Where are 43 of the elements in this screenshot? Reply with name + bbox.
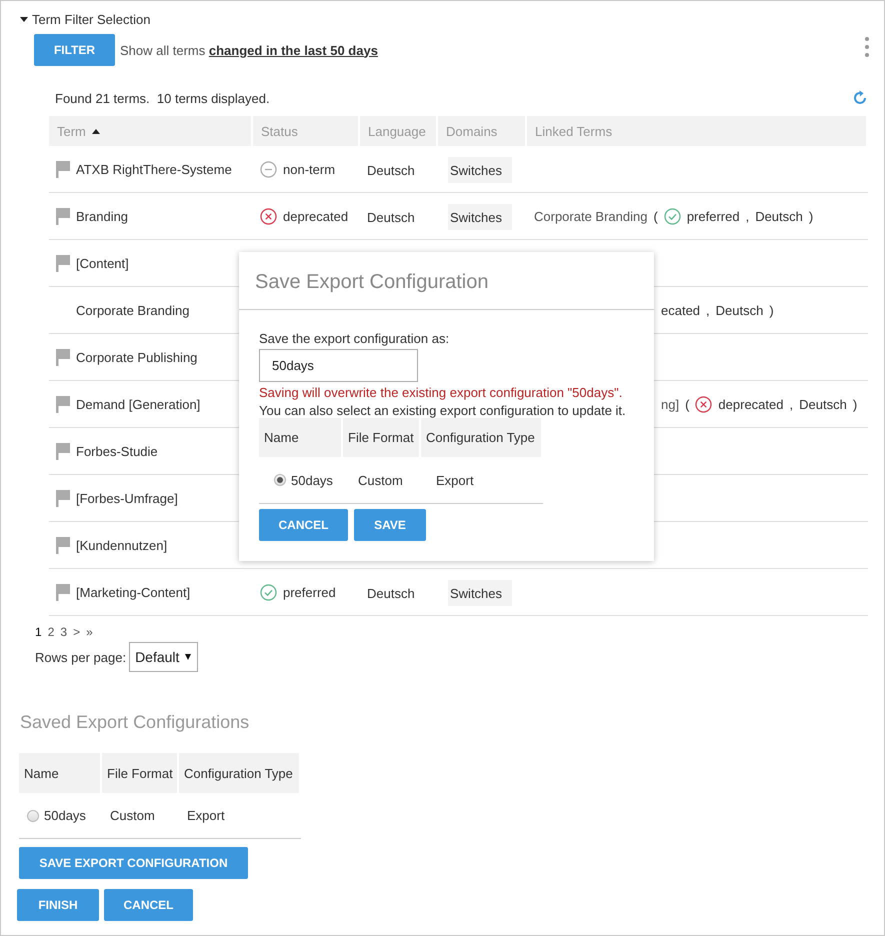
domain-tag: Switches [448, 580, 512, 606]
language-label: Deutsch [367, 210, 415, 225]
column-header: Name [259, 418, 343, 457]
linked-term-text: Deutsch [799, 396, 847, 412]
hint-text: You can also select an existing export configuration to update it. [259, 403, 627, 418]
domain-tag: Switches [448, 157, 512, 183]
config-name: 50days [291, 472, 333, 488]
punctuation: , [789, 396, 794, 412]
dialog-title: Save Export Configuration [239, 252, 654, 310]
config-name: 50days [44, 808, 86, 823]
status-label: preferred [283, 584, 336, 600]
warning-message: Saving will overwrite the existing export configuration "50days". [259, 385, 624, 400]
punctuation: ) [852, 396, 858, 412]
column-header: Configuration Type [179, 753, 301, 793]
column-header: File Format [343, 418, 421, 457]
table-cell: Custom [358, 472, 403, 488]
field-label: Save the export configuration as: [259, 331, 450, 346]
domain-tag: Switches [448, 204, 512, 230]
linked-status-label: deprecated [718, 396, 784, 412]
column-header: Configuration Type [421, 418, 543, 457]
table-cell: Export [187, 808, 225, 823]
punctuation: , [746, 208, 750, 224]
language-label: Deutsch [367, 163, 415, 178]
column-header: Name [19, 753, 102, 793]
linked-term-text: Deutsch [755, 208, 803, 224]
status-label: deprecated [283, 208, 348, 224]
punctuation: ( [685, 396, 690, 412]
linked-term-text: ecated [661, 302, 700, 318]
punctuation: ( [653, 208, 658, 224]
table-cell: Custom [110, 808, 155, 823]
punctuation: ) [808, 208, 814, 224]
filter-description: Show all terms changed in the last 50 days [120, 42, 378, 58]
punctuation: , [706, 302, 710, 318]
table-cell: Export [436, 472, 474, 488]
linked-status-label: preferred [686, 208, 740, 224]
punctuation: ) [769, 302, 774, 318]
column-header: File Format [102, 753, 179, 793]
language-label: Deutsch [367, 586, 415, 601]
linked-term-text: Deutsch [716, 302, 764, 318]
status-label: non-term [283, 162, 336, 176]
rows-per-page-label: Rows per page: [35, 650, 126, 664]
result-summary: Found 21 terms. 10 terms displayed. [55, 90, 270, 106]
section-heading: Saved Export Configurations [20, 712, 250, 733]
